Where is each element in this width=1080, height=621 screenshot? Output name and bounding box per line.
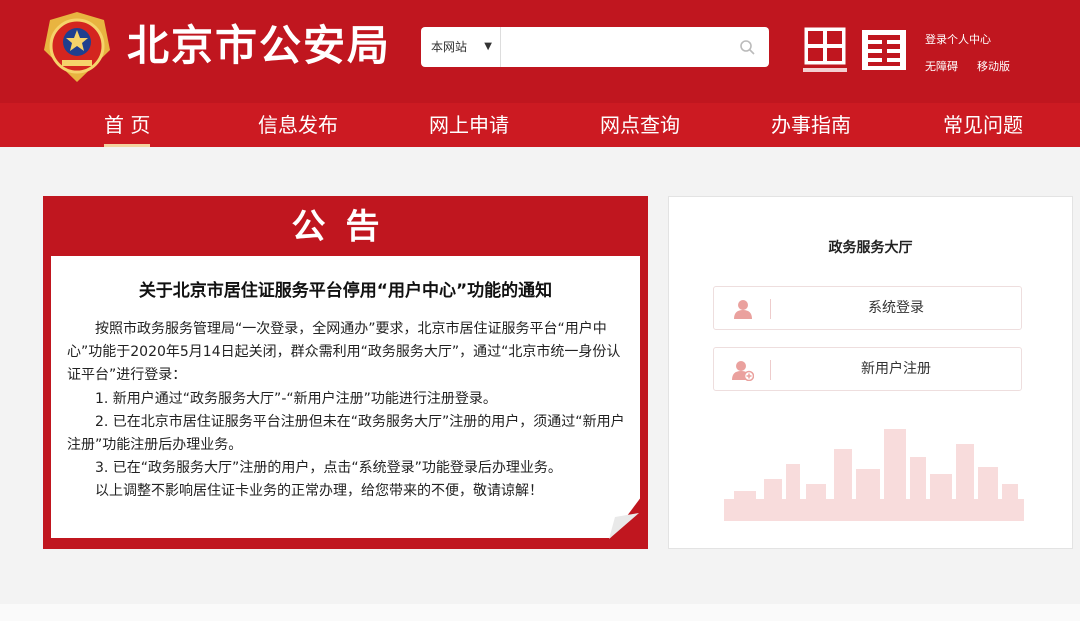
bottom-section — [0, 604, 1080, 621]
system-login-button[interactable]: 系统登录 — [713, 286, 1022, 330]
nav-faq[interactable]: 常见问题 — [943, 103, 1023, 147]
notice-body: 按照市政务服务管理局“一次登录，全网通办”要求，北京市居住证服务平台“用户中心”… — [67, 318, 627, 504]
search-icon[interactable] — [739, 39, 755, 55]
main-nav: 首 页 信息发布 网上申请 网点查询 办事指南 常见问题 — [0, 103, 1080, 147]
notice-paragraph: 按照市政务服务管理局“一次登录，全网通办”要求，北京市居住证服务平台“用户中心”… — [67, 321, 621, 384]
search-input[interactable] — [503, 27, 733, 67]
new-user-register-label: 新用户注册 — [861, 361, 931, 377]
notice-paper: 关于北京市居住证服务平台停用“用户中心”功能的通知 按照市政务服务管理局“一次登… — [51, 256, 640, 538]
new-user-register-button[interactable]: 新用户注册 — [713, 347, 1022, 391]
search-scope-select[interactable]: 本网站 ▼ — [421, 27, 501, 67]
search-scope-label: 本网站 — [431, 40, 468, 54]
notice-paragraph: 3. 已在“政务服务大厅”注册的用户，点击“系统登录”功能登录后办理业务。 — [95, 460, 562, 477]
search-box: 本网站 ▼ — [421, 27, 769, 67]
notice-paragraph: 1. 新用户通过“政务服务大厅”-“新用户注册”功能进行注册登录。 — [95, 390, 497, 407]
notice-banner: 公告 — [291, 207, 400, 247]
police-emblem-icon — [44, 12, 110, 82]
notice-paragraph: 2. 已在北京市居住证服务平台注册但未在“政务服务大厅”注册的用户，须通过“新用… — [67, 413, 625, 454]
add-user-icon — [732, 361, 754, 381]
notice-panel: 公告 关于北京市居住证服务平台停用“用户中心”功能的通知 按照市政务服务管理局“… — [43, 196, 648, 549]
accessibility-link[interactable]: 无障碍 — [925, 58, 958, 74]
page-curl-icon — [609, 513, 639, 539]
service-hall-panel: 政务服务大厅 系统登录 新用户注册 — [668, 196, 1073, 549]
site-title: 北京市公安局 — [127, 21, 392, 70]
service-hall-title: 政务服务大厅 — [828, 240, 913, 256]
notice-heading: 关于北京市居住证服务平台停用“用户中心”功能的通知 — [138, 281, 553, 301]
caret-down-icon: ▼ — [484, 41, 492, 52]
notice-paragraph: 以上调整不影响居住证卡业务的正常办理，给您带来的不便，敬请谅解！ — [95, 483, 543, 500]
site-header: 北京市公安局 本网站 ▼ 登录个人中心 无障碍 移动版 — [0, 0, 1080, 103]
system-login-label: 系统登录 — [868, 300, 924, 316]
nav-outlet-query[interactable]: 网点查询 — [600, 103, 680, 147]
capital-logo-icon[interactable] — [803, 26, 847, 74]
nav-service-guide[interactable]: 办事指南 — [771, 103, 851, 147]
user-icon — [734, 300, 752, 319]
mobile-version-link[interactable]: 移动版 — [977, 58, 1010, 74]
nav-info-release[interactable]: 信息发布 — [258, 103, 338, 147]
city-skyline-illustration — [724, 429, 1024, 521]
seal-logo-icon[interactable] — [860, 28, 908, 72]
nav-home[interactable]: 首 页 — [104, 103, 151, 147]
nav-online-apply[interactable]: 网上申请 — [429, 103, 509, 147]
personal-center-link[interactable]: 登录个人中心 — [925, 31, 991, 47]
